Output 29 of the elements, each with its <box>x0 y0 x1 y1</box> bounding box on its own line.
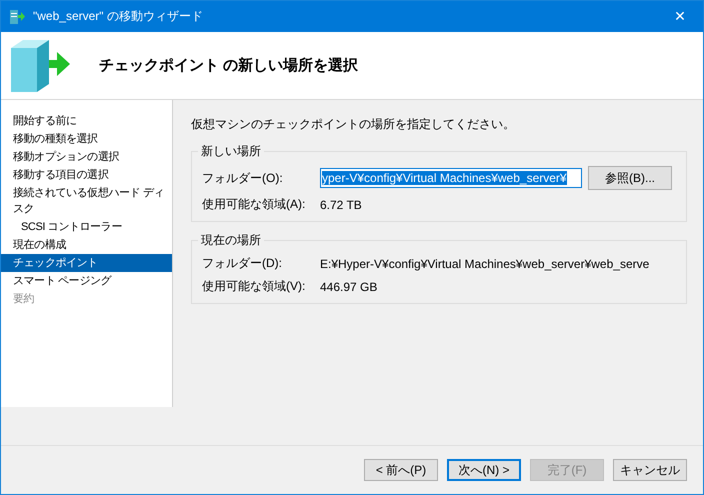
wizard-button[interactable]: < 前へ(P) <box>364 459 438 481</box>
server-arrow-icon <box>9 38 71 94</box>
browse-button[interactable]: 参照(B)... <box>588 166 672 190</box>
sidebar-item[interactable]: SCSI コントローラー <box>1 218 172 236</box>
sidebar-item[interactable]: 移動の種類を選択 <box>1 130 172 148</box>
space-value: 446.97 GB <box>320 280 378 294</box>
sidebar-item[interactable]: 接続されている仮想ハード ディスク <box>1 184 172 218</box>
page-heading: チェックポイント の新しい場所を選択 <box>99 56 358 75</box>
sidebar-item[interactable]: 移動する項目の選択 <box>1 166 172 184</box>
field-label: 使用可能な領域(A): <box>202 196 306 213</box>
wizard-button[interactable]: キャンセル <box>613 459 687 481</box>
folder-path: E:¥Hyper-V¥config¥Virtual Machines¥web_server¥web_serve <box>320 256 650 270</box>
sidebar-item[interactable]: チェックポイント <box>1 254 172 272</box>
sidebar-item[interactable]: 現在の構成 <box>1 236 172 254</box>
group-title: 新しい場所 <box>198 143 264 160</box>
space-value: 6.72 TB <box>320 198 363 212</box>
field-label: フォルダー(D): <box>202 255 283 272</box>
field-label: フォルダー(O): <box>202 170 284 186</box>
close-button[interactable]: ✕ <box>657 1 703 32</box>
window-title: "web_server" の移動ウィザード <box>33 8 204 25</box>
sidebar-item[interactable]: 開始する前に <box>1 112 172 130</box>
server-icon <box>9 8 25 24</box>
wizard-button[interactable]: 次へ(N) > <box>447 459 521 481</box>
folder-field[interactable]: yper-V¥config¥Virtual Machines¥web_server¥ <box>320 168 582 188</box>
sidebar-item[interactable]: 移動オプションの選択 <box>1 148 172 166</box>
field-label: 使用可能な領域(V): <box>202 278 306 295</box>
instruction-text: 仮想マシンのチェックポイントの場所を指定してください。 <box>191 116 516 133</box>
group-title: 現在の場所 <box>198 232 264 249</box>
sidebar-item[interactable]: スマート ページング <box>1 272 172 290</box>
